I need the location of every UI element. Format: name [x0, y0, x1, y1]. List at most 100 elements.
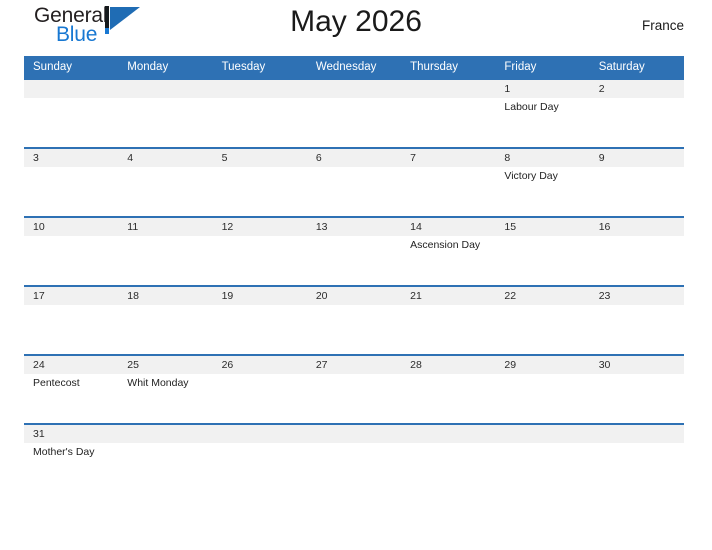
calendar-body: 1 Labour Day 2 3 4 5 6 7 8 Victory Day 9 10 11 12 13 14… — [24, 79, 684, 485]
calendar-weekday-header-row: Sunday Monday Tuesday Wednesday Thursday… — [24, 56, 684, 79]
calendar-day-cell[interactable]: 16 — [589, 217, 684, 286]
calendar-day-number: 15 — [495, 218, 590, 236]
calendar-day-cell[interactable]: 7 — [401, 148, 496, 217]
calendar-week-row: 31 Mother's Day — [24, 424, 684, 485]
calendar-day-number: 30 — [589, 356, 684, 374]
calendar-day-number: 16 — [589, 218, 684, 236]
calendar-day-number: 21 — [401, 287, 496, 305]
calendar-day-cell[interactable]: 23 — [589, 286, 684, 355]
calendar-day-cell[interactable]: 25 Whit Monday — [118, 355, 213, 424]
calendar-day-number: 4 — [118, 149, 213, 167]
calendar-day-number: 5 — [212, 149, 307, 167]
calendar-day-cell[interactable]: 31 Mother's Day — [24, 424, 119, 485]
calendar-week-row: 17 18 19 20 21 22 23 — [24, 286, 684, 355]
calendar-day-number: 3 — [24, 149, 119, 167]
calendar-day-cell[interactable]: 1 Labour Day — [495, 79, 590, 148]
calendar-day-number: 6 — [306, 149, 402, 167]
calendar-day-cell[interactable]: 15 — [495, 217, 590, 286]
calendar-day-number — [495, 425, 590, 443]
calendar-day-cell[interactable]: 4 — [118, 148, 213, 217]
calendar-day-cell[interactable]: 5 — [212, 148, 307, 217]
weekday-header-saturday: Saturday — [589, 56, 684, 79]
calendar-day-number: 17 — [24, 287, 119, 305]
calendar-day-cell-empty — [118, 79, 213, 148]
calendar-day-cell[interactable]: 21 — [401, 286, 496, 355]
weekday-header-friday: Friday — [495, 56, 590, 79]
calendar-day-number: 11 — [118, 218, 213, 236]
calendar-day-cell[interactable]: 26 — [212, 355, 307, 424]
calendar-day-cell[interactable]: 27 — [306, 355, 402, 424]
calendar-day-cell-empty — [24, 79, 119, 148]
calendar-day-cell[interactable]: 11 — [118, 217, 213, 286]
calendar-event-label: Victory Day — [504, 170, 558, 182]
calendar-day-number — [212, 425, 307, 443]
calendar-day-number — [118, 80, 213, 98]
calendar-day-cell[interactable]: 29 — [495, 355, 590, 424]
page-title: May 2026 — [290, 5, 422, 38]
calendar-day-number: 10 — [24, 218, 119, 236]
calendar-day-number: 24 — [24, 356, 119, 374]
calendar-day-number: 1 — [495, 80, 590, 98]
calendar-day-cell[interactable]: 9 — [589, 148, 684, 217]
weekday-header-sunday: Sunday — [24, 56, 119, 79]
calendar-day-number — [401, 425, 496, 443]
calendar-day-cell[interactable]: 28 — [401, 355, 496, 424]
calendar-day-number: 7 — [401, 149, 496, 167]
calendar-day-cell[interactable]: 18 — [118, 286, 213, 355]
calendar-week-row: 10 11 12 13 14 Ascension Day 15 16 — [24, 217, 684, 286]
calendar-day-number — [212, 80, 307, 98]
calendar-day-cell[interactable]: 8 Victory Day — [495, 148, 590, 217]
calendar-day-cell[interactable]: 24 Pentecost — [24, 355, 119, 424]
calendar-day-number: 29 — [495, 356, 590, 374]
calendar-day-number — [24, 80, 119, 98]
calendar-event-label: Whit Monday — [127, 377, 189, 389]
weekday-header-monday: Monday — [118, 56, 213, 79]
calendar-day-number: 13 — [306, 218, 402, 236]
calendar-event-label: Ascension Day — [410, 239, 481, 251]
calendar-day-cell[interactable]: 6 — [306, 148, 402, 217]
calendar-event-label: Pentecost — [33, 377, 80, 389]
calendar-day-number: 27 — [306, 356, 402, 374]
calendar-day-cell[interactable]: 10 — [24, 217, 119, 286]
calendar-day-number: 18 — [118, 287, 213, 305]
calendar-day-cell-empty — [589, 424, 684, 485]
calendar-day-cell-empty — [212, 424, 307, 485]
calendar-day-cell[interactable]: 22 — [495, 286, 590, 355]
calendar-day-cell-empty — [495, 424, 590, 485]
calendar-event-label: Labour Day — [504, 101, 559, 113]
calendar-day-cell-empty — [212, 79, 307, 148]
calendar-day-number: 26 — [212, 356, 307, 374]
weekday-header-tuesday: Tuesday — [212, 56, 307, 79]
calendar-day-number — [118, 425, 213, 443]
calendar-day-cell-empty — [401, 424, 496, 485]
calendar-day-cell[interactable]: 12 — [212, 217, 307, 286]
calendar-day-cell-empty — [306, 424, 402, 485]
calendar-day-cell-empty — [401, 79, 496, 148]
calendar-day-number: 20 — [306, 287, 402, 305]
calendar-day-cell[interactable]: 14 Ascension Day — [401, 217, 496, 286]
calendar-day-number: 22 — [495, 287, 590, 305]
calendar-day-cell[interactable]: 20 — [306, 286, 402, 355]
calendar-day-cell[interactable]: 3 — [24, 148, 119, 217]
calendar-day-cell[interactable]: 17 — [24, 286, 119, 355]
calendar-day-cell-empty — [306, 79, 402, 148]
calendar-day-number: 9 — [589, 149, 684, 167]
calendar-day-number — [306, 80, 402, 98]
calendar-day-cell[interactable]: 13 — [306, 217, 402, 286]
country-label: France — [641, 18, 684, 33]
calendar-day-number — [401, 80, 496, 98]
calendar-day-number: 31 — [24, 425, 119, 443]
calendar-day-number — [589, 425, 684, 443]
calendar-day-number: 28 — [401, 356, 496, 374]
calendar-day-cell[interactable]: 2 — [589, 79, 684, 148]
weekday-header-wednesday: Wednesday — [306, 56, 402, 79]
calendar-day-number: 2 — [589, 80, 684, 98]
calendar-day-cell-empty — [118, 424, 213, 485]
calendar-day-cell[interactable]: 30 — [589, 355, 684, 424]
calendar-week-row: 3 4 5 6 7 8 Victory Day 9 — [24, 148, 684, 217]
calendar-day-cell[interactable]: 19 — [212, 286, 307, 355]
calendar-day-number: 8 — [495, 149, 590, 167]
page-header: General Blue May 2026 France — [24, 0, 688, 56]
calendar-event-label: Mother's Day — [33, 446, 95, 458]
calendar-day-number: 12 — [212, 218, 307, 236]
